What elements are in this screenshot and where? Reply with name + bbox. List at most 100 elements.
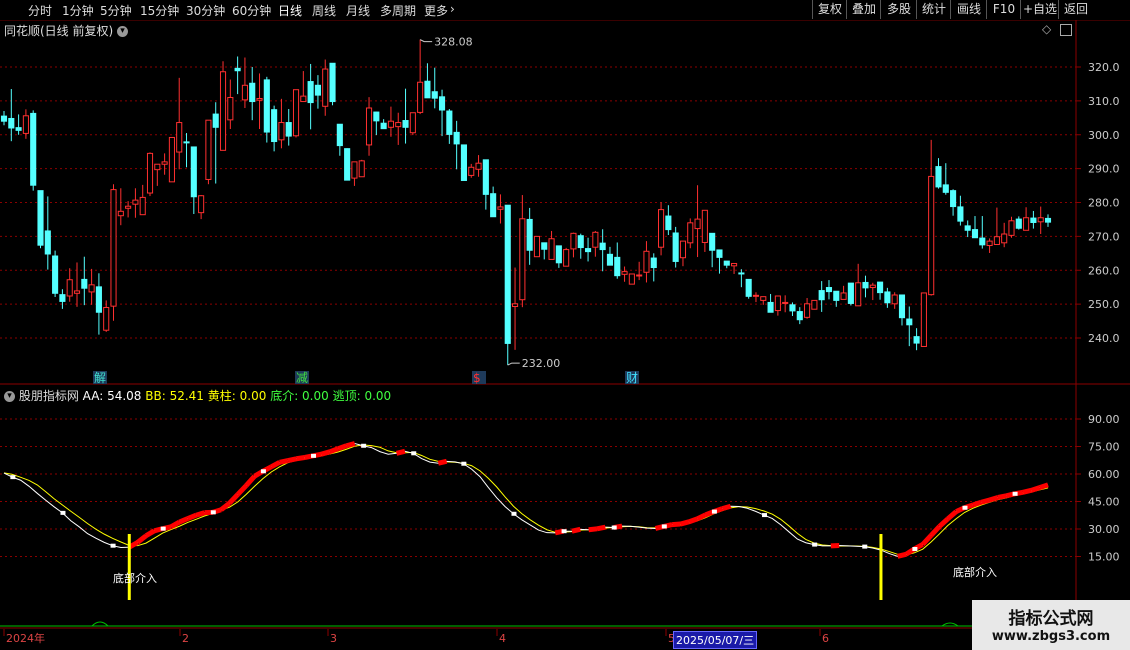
candle-body [219, 71, 227, 151]
candle-body [825, 287, 833, 293]
rising-segment [186, 512, 198, 521]
rising-segment [437, 458, 448, 466]
rising-segment [596, 524, 606, 532]
candle-body [709, 232, 716, 251]
candle-body [833, 290, 840, 301]
aa-marker [912, 546, 918, 551]
time-axis-label: 6 [822, 632, 829, 645]
candle-body [322, 68, 329, 107]
candle-body [847, 282, 854, 304]
candle-body [424, 80, 431, 99]
aa-marker [1012, 491, 1018, 496]
high-pointer [419, 39, 433, 43]
baseline-bump [91, 621, 109, 627]
candle-body [585, 248, 592, 253]
aa-marker [110, 543, 116, 548]
candle-body [811, 299, 818, 310]
candle-body [44, 230, 51, 255]
aa-marker [361, 443, 367, 448]
candle-body [804, 303, 811, 318]
candle-body [884, 291, 891, 304]
candle-body [351, 161, 358, 179]
candle-body [745, 278, 752, 297]
bottom-signal-label-1: 底部介入 [113, 571, 157, 585]
candle-body [672, 232, 679, 262]
candle-body [0, 115, 8, 122]
candle-body [139, 196, 146, 216]
low-price-label: 232.00 [522, 357, 561, 370]
event-marker-label: 减 [296, 371, 308, 385]
candle-body [132, 199, 139, 205]
candle-body [329, 62, 336, 103]
rising-segment [688, 516, 699, 525]
price-axis-label: 260.0 [1088, 264, 1120, 277]
candle-body [1023, 217, 1030, 231]
candle-body [344, 148, 351, 181]
candle-body [1037, 217, 1044, 223]
time-axis-label: 4 [499, 632, 506, 645]
candle-body [577, 235, 584, 249]
candle-body [942, 184, 949, 193]
candle-body [796, 311, 803, 321]
candle-body [22, 115, 29, 134]
candle-body [8, 117, 15, 129]
watermark-line2: www.zbgs3.com [991, 629, 1111, 644]
aa-line [3, 443, 1049, 557]
price-axis-label: 250.0 [1088, 298, 1120, 311]
aa-marker [511, 511, 517, 516]
candle-body [212, 113, 219, 128]
aa-marker [461, 461, 467, 466]
price-axis-label: 320.0 [1088, 61, 1120, 74]
candle-body [555, 245, 562, 264]
candle-body [855, 282, 862, 307]
price-axis-label: 270.0 [1088, 230, 1120, 243]
time-axis-label: 2024年 [6, 631, 45, 645]
candle-body [241, 84, 248, 101]
candle-body [519, 218, 526, 301]
aa-marker [160, 526, 166, 531]
candle-body [789, 304, 796, 312]
aa-marker [60, 510, 66, 515]
rising-segment [236, 483, 249, 497]
candle-body [417, 81, 424, 113]
candle-body [862, 281, 869, 289]
candle-body [920, 292, 927, 347]
indicator-axis-label: 45.00 [1088, 496, 1120, 509]
rising-segment [219, 501, 232, 512]
rising-segment [929, 524, 942, 538]
candle-body [928, 175, 935, 296]
candle-body [694, 218, 701, 230]
aa-marker [411, 451, 417, 456]
candle-body [161, 161, 168, 165]
candle-body [482, 159, 489, 195]
candle-body [1030, 217, 1037, 223]
price-axis-label: 240.0 [1088, 332, 1120, 345]
candle-body [176, 122, 183, 153]
aa-marker [962, 505, 968, 510]
candle-body [373, 111, 380, 122]
candle-body [1001, 233, 1008, 244]
candle-body [687, 222, 694, 244]
candle-body [658, 209, 665, 248]
rising-segment [136, 533, 148, 545]
indicator-axis-label: 75.00 [1088, 441, 1120, 454]
candle-body [278, 122, 285, 141]
rising-segment [395, 448, 406, 456]
candle-body [271, 109, 278, 143]
candle-body [205, 119, 212, 180]
indicator-axis-label: 30.00 [1088, 523, 1120, 536]
price-axis-label: 290.0 [1088, 163, 1120, 176]
candle-body [358, 160, 365, 178]
candle-body [906, 318, 913, 326]
aa-marker [311, 453, 317, 458]
chart-canvas[interactable]: 320.0 310.0 300.0 290.0 280.0 270.0 260.0 250.0… [0, 0, 1130, 650]
rising-segment [169, 519, 181, 529]
aa-marker [561, 529, 567, 534]
rising-segment [195, 510, 206, 518]
candle-body [957, 206, 964, 222]
candle-body [723, 260, 730, 266]
candle-body [460, 144, 467, 181]
rising-segment [897, 551, 907, 559]
candle-body [380, 122, 387, 130]
rising-segment [295, 455, 306, 462]
